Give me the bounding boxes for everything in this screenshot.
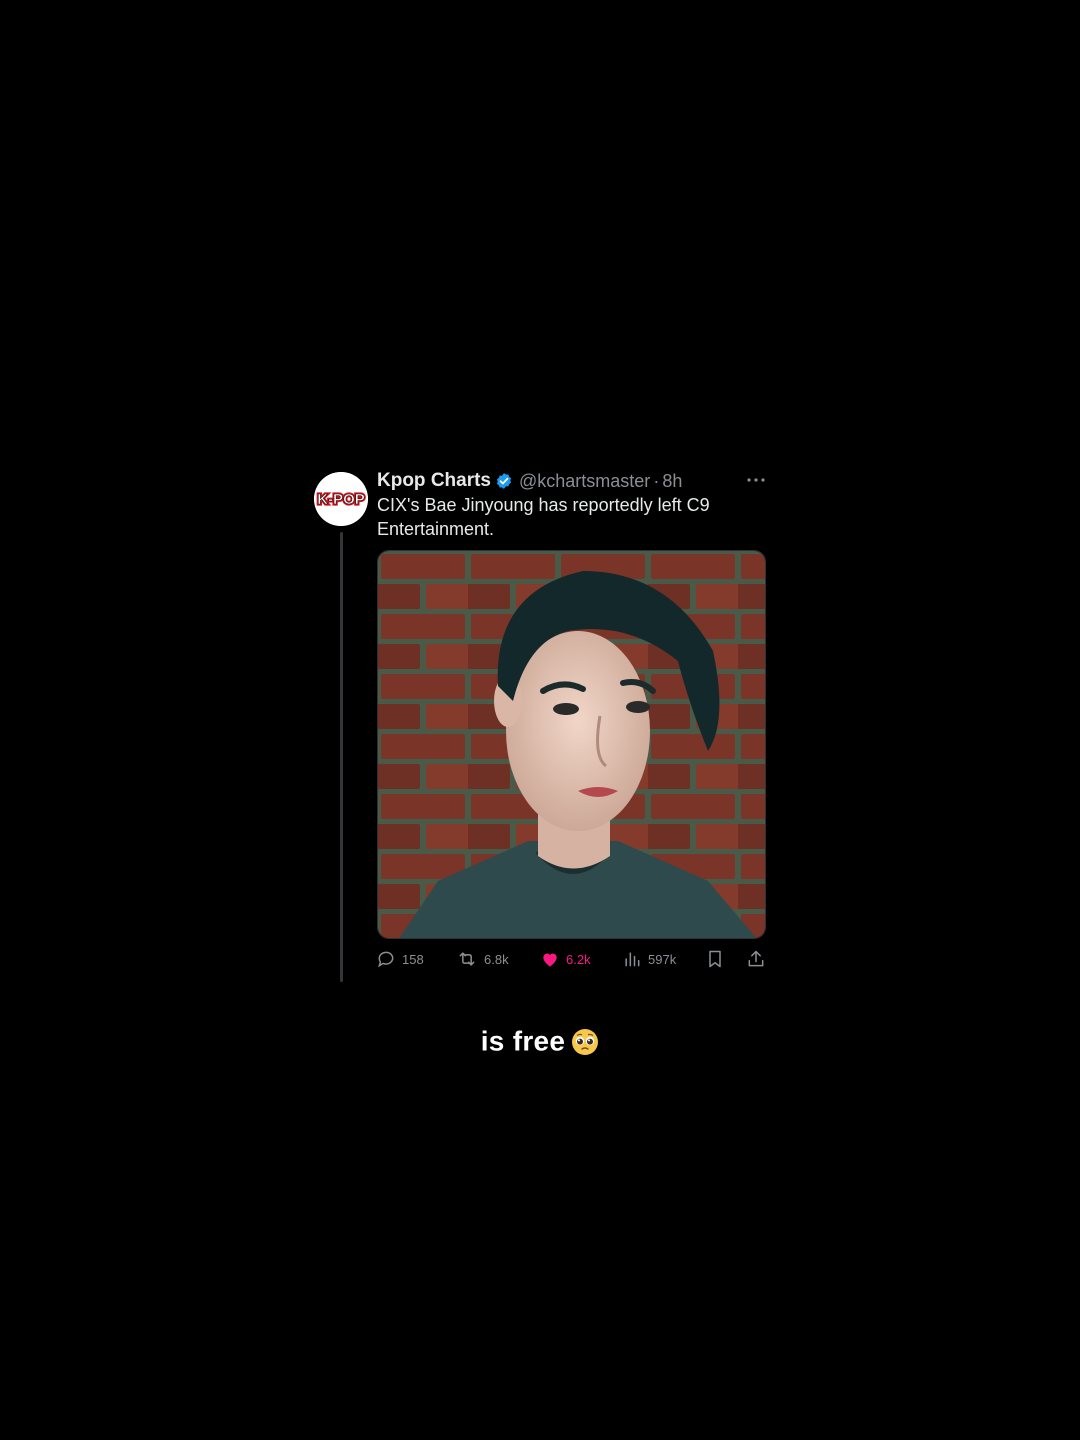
- share-button[interactable]: [746, 948, 766, 970]
- tweet-card[interactable]: K-POP K-POP Kpop Charts @kchartsmaster ·…: [312, 466, 772, 986]
- tweet-action-bar: 158 6.8k 6.2k 597k: [376, 948, 768, 970]
- verified-badge-icon: [495, 472, 513, 490]
- reply-icon: [376, 949, 396, 969]
- heart-filled-icon: [540, 949, 560, 969]
- bookmark-icon: [705, 949, 725, 969]
- share-icon: [746, 949, 766, 969]
- tweet-header: Kpop Charts @kchartsmaster · 8h: [377, 469, 682, 493]
- repost-button[interactable]: 6.8k: [456, 948, 509, 970]
- tweet-text: CIX's Bae Jinyoung has reportedly left C…: [377, 495, 710, 539]
- pleading-face-emoji-icon: [571, 1028, 599, 1056]
- display-name[interactable]: Kpop Charts: [377, 470, 491, 492]
- caption-text: is free: [480, 1025, 566, 1057]
- video-caption: is free: [0, 1024, 1080, 1058]
- repost-icon: [456, 949, 478, 969]
- tweet-photo[interactable]: [377, 550, 766, 939]
- reply-button[interactable]: 158: [376, 948, 424, 970]
- reply-count: 158: [402, 951, 424, 967]
- tweet-timestamp[interactable]: 8h: [662, 471, 682, 492]
- svg-text:K-POP: K-POP: [317, 491, 365, 508]
- thread-connector-line: [340, 532, 343, 982]
- views-button[interactable]: 597k: [622, 948, 676, 970]
- repost-count: 6.8k: [484, 951, 509, 967]
- like-count: 6.2k: [566, 951, 591, 967]
- kpop-logo-avatar[interactable]: K-POP K-POP: [314, 472, 368, 526]
- view-count: 597k: [648, 951, 677, 967]
- bookmark-button[interactable]: [705, 948, 725, 970]
- more-options-icon[interactable]: [744, 468, 768, 492]
- video-frame: K-POP K-POP Kpop Charts @kchartsmaster ·…: [0, 0, 1080, 1440]
- header-separator: ·: [653, 470, 660, 491]
- like-button[interactable]: 6.2k: [540, 948, 591, 970]
- user-handle[interactable]: @kchartsmaster: [519, 471, 650, 492]
- analytics-icon: [622, 949, 642, 969]
